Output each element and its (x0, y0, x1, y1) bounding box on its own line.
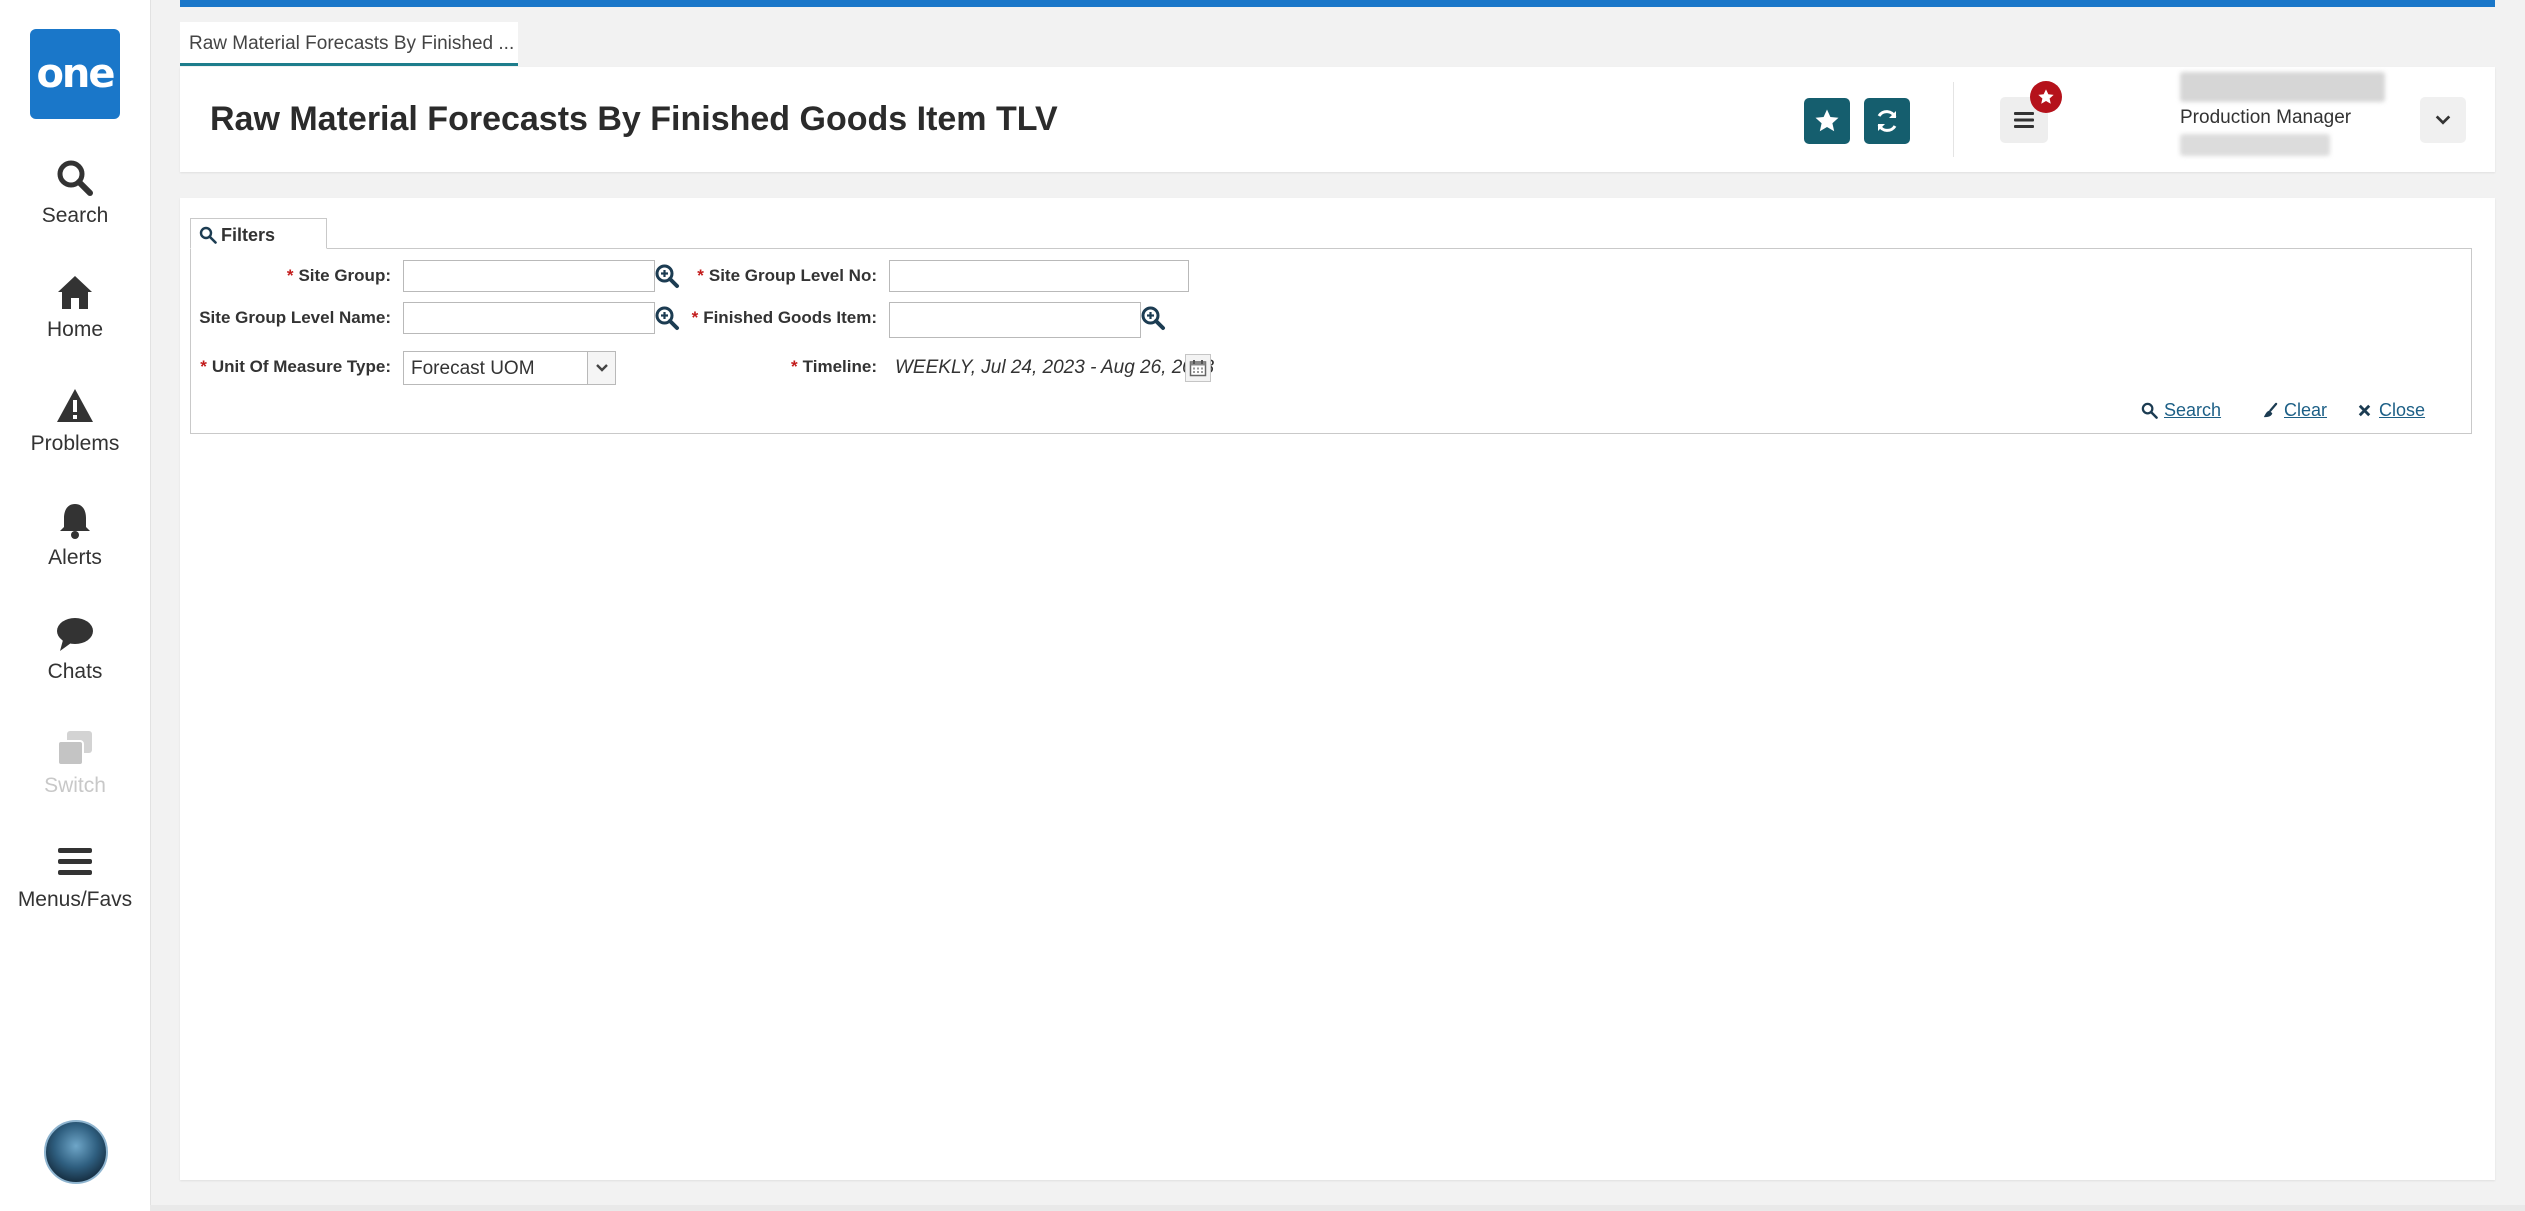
close-link-label: Close (2379, 400, 2426, 420)
hamburger-menu-icon (2014, 112, 2034, 128)
star-icon (1815, 109, 1839, 132)
favorite-button[interactable] (1804, 98, 1850, 144)
site-group-label: * Site Group: (286, 266, 391, 285)
refresh-icon (1877, 110, 1897, 132)
left-nav-sidebar: one Search Home Problems Alerts Chats Sw… (0, 0, 151, 1211)
filters-tab[interactable]: Filters (190, 218, 327, 249)
nav-switch-label: Switch (44, 774, 106, 797)
refresh-button[interactable] (1864, 98, 1910, 144)
tab-raw-material-forecasts[interactable]: Raw Material Forecasts By Finished ... (180, 22, 518, 66)
bottom-edge (150, 1205, 2525, 1211)
nav-home-label: Home (46, 318, 104, 341)
timeline-label: * Timeline: (791, 357, 877, 376)
nav-problems-label: Problems (30, 432, 120, 455)
required-marker: * (691, 308, 699, 327)
nav-menus-favs-label: Menus/Favs (17, 888, 133, 911)
finished-goods-item-lookup-icon[interactable] (1140, 305, 1166, 331)
dropdown-arrow[interactable] (587, 352, 615, 384)
filters-form: * Site Group: * Site Group Level No: Site … (190, 248, 2472, 434)
calendar-button[interactable] (1185, 354, 1211, 382)
finished-goods-item-input[interactable] (889, 302, 1141, 338)
nav-chats[interactable]: Chats (0, 614, 150, 704)
eraser-brush-icon (2263, 402, 2278, 418)
unit-of-measure-type-select[interactable]: Forecast UOM (403, 351, 616, 385)
nav-menus-favs[interactable]: Menus/Favs (0, 842, 150, 932)
chevron-down-icon (595, 364, 608, 372)
switch-windows-icon (57, 731, 92, 766)
user-menu-dropdown[interactable] (2420, 97, 2466, 143)
warning-icon (57, 389, 93, 422)
finished-goods-item-label: * Finished Goods Item: (691, 308, 877, 327)
nav-alerts[interactable]: Alerts (0, 500, 150, 590)
search-link[interactable]: Search (2141, 400, 2221, 421)
avatar[interactable] (44, 1120, 108, 1184)
site-group-level-name-input[interactable] (403, 302, 655, 334)
one-logo[interactable]: one (30, 29, 120, 119)
search-icon (2141, 402, 2158, 419)
nav-search[interactable]: Search (0, 158, 150, 248)
calendar-icon (1189, 360, 1207, 377)
close-icon (2358, 404, 2371, 417)
site-group-level-name-label: Site Group Level Name: (199, 308, 391, 327)
clear-link[interactable]: Clear (2261, 400, 2327, 421)
page-header: Raw Material Forecasts By Finished Goods… (180, 67, 2495, 172)
close-link[interactable]: Close (2356, 400, 2425, 421)
favorites-badge (2030, 81, 2062, 113)
bell-icon (60, 504, 90, 539)
user-name-redacted (2180, 72, 2385, 102)
site-group-level-no-input[interactable] (889, 260, 1189, 292)
search-link-label: Search (2164, 400, 2222, 420)
clear-link-label: Clear (2284, 400, 2328, 420)
page-title: Raw Material Forecasts By Finished Goods… (210, 100, 1058, 138)
user-org-redacted (2180, 134, 2330, 156)
header-divider (1953, 82, 1954, 157)
nav-home[interactable]: Home (0, 272, 150, 362)
filters-tab-label: Filters (221, 225, 276, 245)
nav-problems[interactable]: Problems (0, 386, 150, 476)
content-panel: Filters * Site Group: * Site Group Level N… (180, 198, 2495, 1180)
site-group-level-no-label: * Site Group Level No: (697, 266, 877, 285)
required-marker: * (200, 357, 207, 376)
star-icon (2038, 89, 2054, 104)
timeline-value[interactable]: WEEKLY, Jul 24, 2023 - Aug 26, 2023 (895, 357, 1214, 379)
nav-search-label: Search (41, 204, 109, 227)
required-marker: * (697, 266, 704, 285)
nav-alerts-label: Alerts (48, 546, 102, 569)
top-accent-bar (180, 0, 2495, 7)
unit-of-measure-type-value: Forecast UOM (411, 358, 535, 379)
nav-chats-label: Chats (47, 660, 103, 683)
required-marker: * (791, 357, 798, 376)
hamburger-menu-icon (58, 848, 92, 875)
user-role: Production Manager (2180, 107, 2352, 128)
unit-of-measure-type-label: * Unit Of Measure Type: (200, 357, 391, 376)
search-icon (57, 160, 93, 196)
site-group-level-name-lookup-icon[interactable] (654, 305, 680, 331)
required-marker: * (286, 266, 294, 285)
chat-bubble-icon (57, 618, 93, 651)
nav-switch: Switch (0, 728, 150, 818)
chevron-down-icon (2435, 115, 2451, 125)
home-icon (58, 276, 92, 309)
site-group-lookup-icon[interactable] (654, 263, 680, 289)
site-group-input[interactable] (403, 260, 655, 292)
search-icon (199, 226, 217, 244)
